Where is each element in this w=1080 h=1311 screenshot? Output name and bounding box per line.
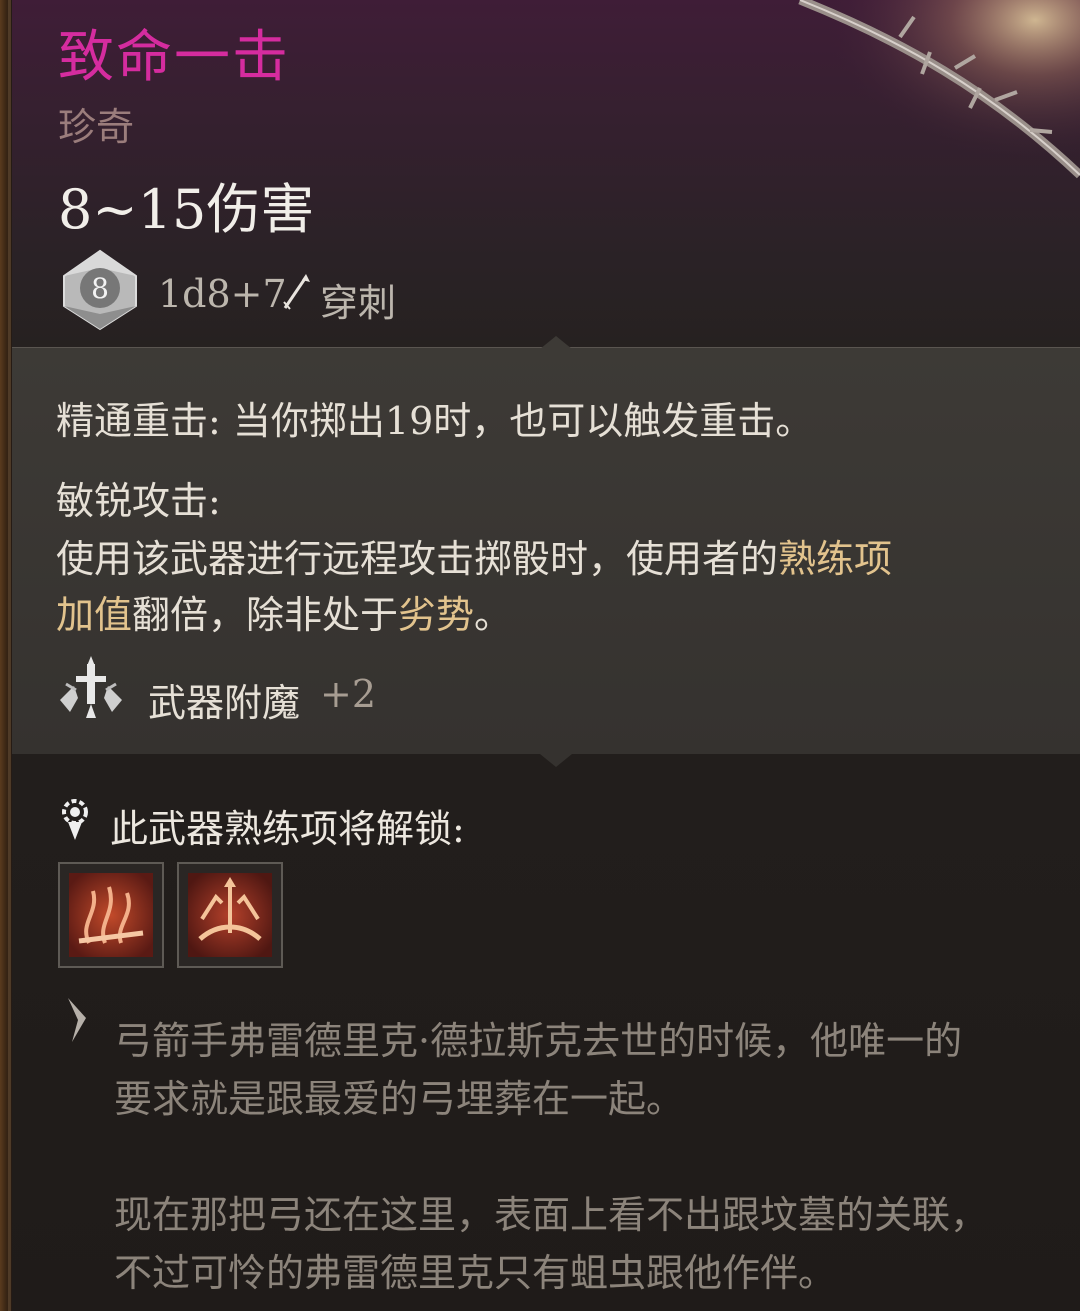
damage-type: 穿刺: [320, 281, 397, 325]
dice-formula: 1d8+7: [158, 272, 287, 316]
passive-2-line-1: 使用该武器进行远程攻击掷骰时，使用者的熟练项: [56, 528, 892, 583]
damage-range: 8~15伤害: [58, 178, 315, 241]
disadvantage-keyword[interactable]: 劣势: [398, 593, 474, 637]
enchantment-label: 武器附魔: [148, 681, 301, 725]
flame-boot-icon: [69, 873, 153, 957]
weapon-enchantment-icon: [60, 656, 122, 718]
passive-2-line-2-text: 翻倍，除非处于: [132, 593, 399, 637]
divider-notch-bottom: [540, 754, 572, 767]
proficiency-unlock-title: 此武器熟练项将解锁:: [110, 807, 465, 851]
dice-face-number: 8: [91, 272, 109, 305]
flavor-line-4: 不过可怜的弗雷德里克只有蛆虫跟他作伴。: [114, 1251, 837, 1295]
item-rarity: 珍奇: [58, 105, 135, 149]
flavor-line-3: 现在那把弓还在这里，表面上看不出跟坟墓的关联，: [114, 1193, 989, 1237]
damage-dice-row: 8 1d8+7 穿刺: [58, 248, 658, 338]
passive-1: 精通重击: 当你掷出19时，也可以触发重击。: [56, 390, 813, 445]
bow-arrow-icon: [188, 873, 272, 957]
passive-2-line-1-text: 使用该武器进行远程攻击掷骰时，使用者的: [56, 537, 779, 581]
proficiency-keyword[interactable]: 熟练项: [778, 537, 892, 581]
passive-2-line-2: 加值翻倍，除非处于劣势。: [56, 584, 512, 639]
proficiency-unlock-icon: [62, 799, 88, 840]
flavor-line-1: 弓箭手弗雷德里克·德拉斯克去世的时候，他唯一的: [114, 1019, 963, 1063]
piercing-arrow-icon: [283, 274, 310, 310]
left-border-highlight: [8, 0, 11, 1311]
flavor-line-2: 要求就是跟最爱的弓埋葬在一起。: [114, 1077, 685, 1121]
d8-dice-icon: 8: [63, 249, 137, 331]
thorn-ornament-icon: [780, 0, 1080, 200]
proficiency-skill-2[interactable]: [177, 862, 283, 968]
flavor-text-icon: [68, 998, 86, 1042]
passive-2-line-2-end: 。: [474, 593, 513, 637]
bonus-keyword[interactable]: 加值: [56, 593, 132, 637]
divider-notch-top: [540, 336, 572, 349]
item-name: 致命一击: [58, 25, 290, 90]
proficiency-skill-1[interactable]: [58, 862, 164, 968]
passive-1-text: 当你掷出19时，也可以触发重击。: [232, 399, 814, 443]
passive-2-name: 敏锐攻击:: [56, 479, 221, 523]
enchantment-value: +2: [320, 672, 377, 716]
passive-1-name: 精通重击:: [56, 399, 221, 443]
